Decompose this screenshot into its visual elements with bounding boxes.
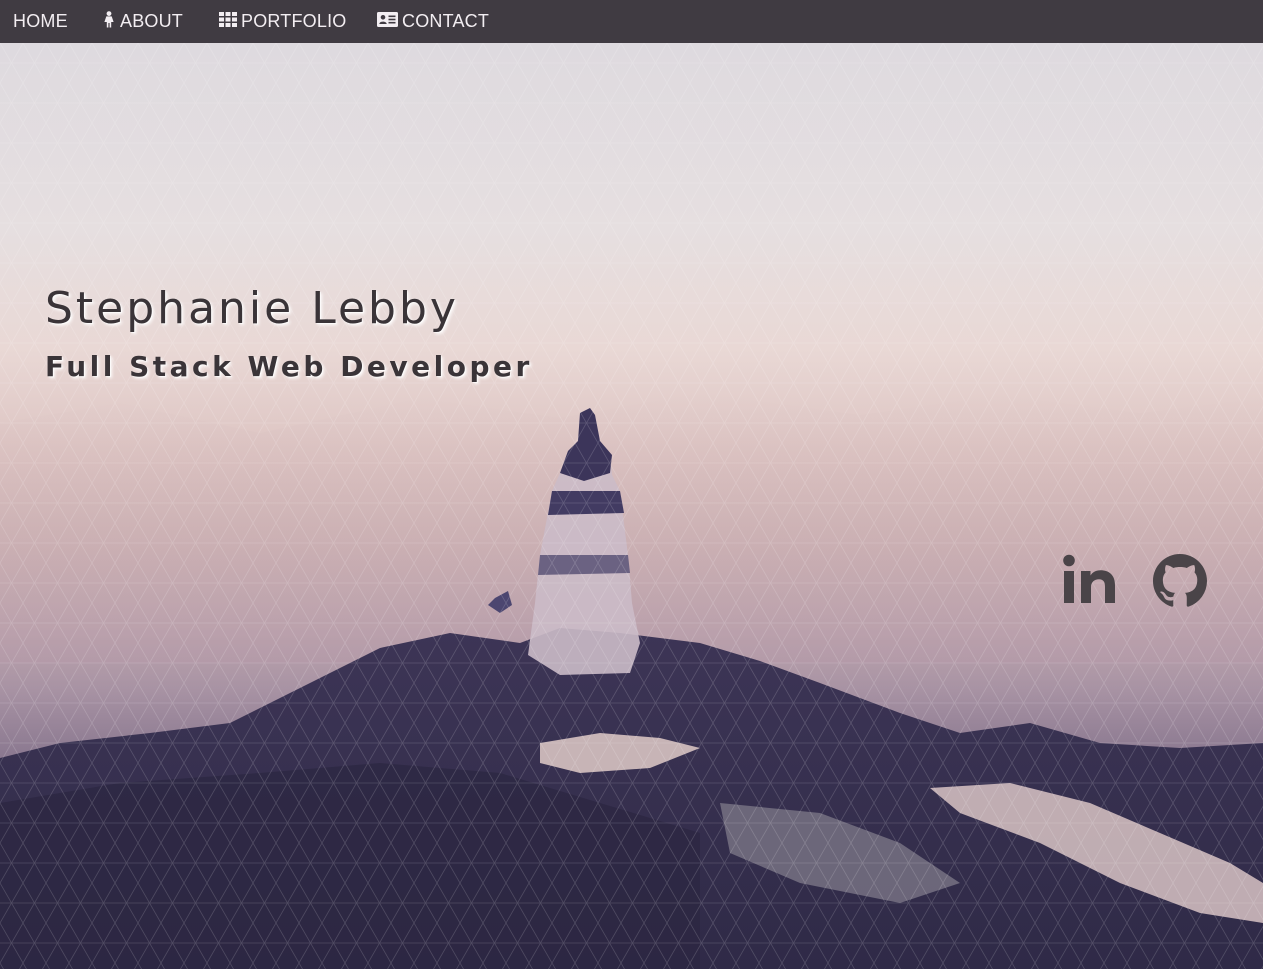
nav-about-label: ABOUT: [120, 11, 184, 31]
nav-contact-link[interactable]: CONTACT: [377, 0, 489, 43]
github-icon: [1153, 554, 1207, 607]
linkedin-link[interactable]: [1062, 554, 1116, 608]
hero-job-title: Full Stack Web Developer: [45, 350, 533, 383]
address-card-icon: [377, 11, 398, 32]
nav-portfolio-label: PORTFOLIO: [241, 11, 347, 31]
nav-contact-label: CONTACT: [402, 11, 490, 31]
top-navbar: HOME ABOUT PORTFOLIO CONTACT: [0, 0, 1263, 43]
nav-home-link[interactable]: HOME: [13, 0, 68, 43]
low-poly-landscape-background: [0, 43, 1263, 969]
nav-portfolio-link[interactable]: PORTFOLIO: [219, 0, 347, 43]
nav-about-link[interactable]: ABOUT: [102, 0, 183, 43]
page: HOME ABOUT PORTFOLIO CONTACT Stephanie L…: [0, 0, 1263, 969]
hero-section: Stephanie Lebby Full Stack Web Developer: [0, 43, 1263, 969]
github-link[interactable]: [1153, 554, 1207, 608]
female-icon: [102, 10, 116, 33]
linkedin-icon: [1063, 554, 1115, 603]
grid-icon: [219, 11, 237, 32]
hero-name: Stephanie Lebby: [45, 283, 459, 334]
nav-home-label: HOME: [13, 11, 68, 31]
